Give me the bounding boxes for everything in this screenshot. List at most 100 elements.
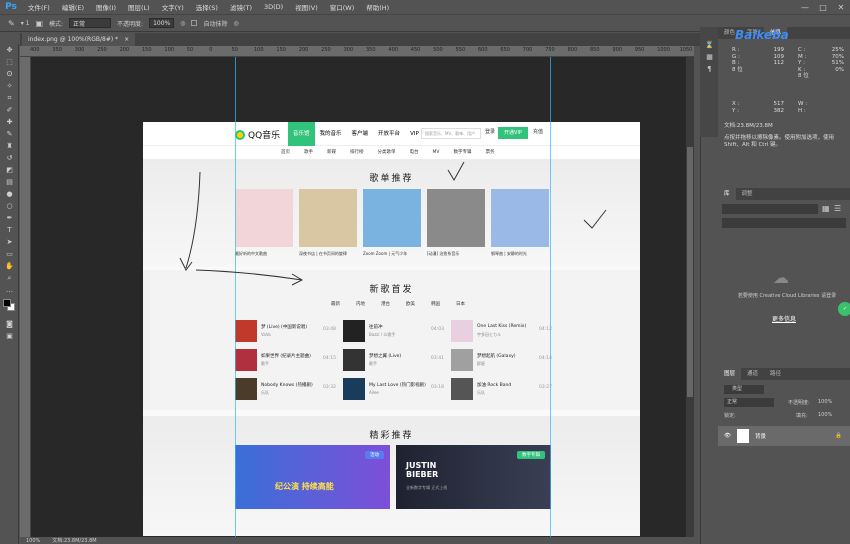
pressure-opacity-icon[interactable]: ◎ bbox=[180, 20, 185, 27]
mode-select[interactable]: 正常 bbox=[69, 18, 112, 28]
close-button[interactable]: ✕ bbox=[832, 0, 850, 14]
screen-mode-icon[interactable]: ▣ bbox=[0, 330, 19, 342]
qq-header: QQ音乐 音乐馆 我的音乐 客户端 开放平台 VIP 搜索音乐、MV、歌单、用户… bbox=[143, 122, 640, 146]
playlist-cover bbox=[491, 189, 549, 247]
song-row: 梦 (Live) (中国新说唱) VaVa 03:48 bbox=[235, 320, 336, 344]
tab-layers[interactable]: 图层 bbox=[718, 368, 742, 380]
hand-tool-icon[interactable]: ✋ bbox=[0, 260, 19, 272]
list-view-icon[interactable]: ☰ bbox=[834, 204, 841, 213]
tab-paths[interactable]: 路径 bbox=[764, 368, 787, 380]
menu-select[interactable]: 选择(S) bbox=[190, 2, 224, 12]
menu-edit[interactable]: 编辑(E) bbox=[56, 2, 90, 12]
layer-row-background[interactable]: 👁 背景 🔒 bbox=[718, 426, 850, 446]
guide-line[interactable] bbox=[235, 57, 236, 537]
tab-adjustments[interactable]: 调整 bbox=[736, 188, 759, 200]
more-tools-icon[interactable]: … bbox=[0, 284, 19, 296]
zoom-tool-icon[interactable]: ⌕ bbox=[0, 272, 19, 284]
brush-panel-icon[interactable]: ▣ bbox=[35, 19, 43, 28]
layer-kind-filter[interactable]: 类型 bbox=[724, 385, 764, 394]
menu-help[interactable]: 帮助(H) bbox=[360, 2, 395, 12]
brush-preset-picker[interactable]: ▾ 1 bbox=[21, 20, 30, 27]
document-tab[interactable]: index.png @ 100%(RGB/8#) * × bbox=[22, 33, 136, 46]
pen-tool-icon[interactable]: ✒ bbox=[0, 212, 19, 224]
healing-brush-tool-icon[interactable]: ✚ bbox=[0, 116, 19, 128]
song-cover bbox=[451, 378, 473, 400]
banner-album-sub: 全新数字专辑 正式上线 bbox=[406, 485, 448, 490]
qq-subnav-item: MV bbox=[432, 150, 440, 155]
more-info-link[interactable]: 更多信息 bbox=[718, 314, 850, 323]
opacity-input[interactable]: 100% bbox=[149, 18, 175, 28]
foreground-background-color-icon[interactable] bbox=[0, 296, 19, 318]
shape-tool-icon[interactable]: ▭ bbox=[0, 248, 19, 260]
paragraph-panel-icon[interactable]: ¶ bbox=[700, 63, 719, 75]
document-image[interactable]: QQ音乐 音乐馆 我的音乐 客户端 开放平台 VIP 搜索音乐、MV、歌单、用户… bbox=[143, 122, 640, 536]
wh-readout: W : H : bbox=[798, 101, 808, 114]
dodge-tool-icon[interactable]: ○ bbox=[0, 200, 19, 212]
lasso-tool-icon[interactable]: ʘ bbox=[0, 68, 19, 80]
grid-view-icon[interactable]: ▦ bbox=[822, 204, 830, 213]
fill-input[interactable]: 100% bbox=[818, 412, 832, 418]
tab-libraries[interactable]: 库 bbox=[718, 188, 736, 200]
brush-tool-icon[interactable]: ✎ bbox=[0, 128, 19, 140]
pressure-size-icon[interactable]: ◎ bbox=[234, 20, 239, 27]
quick-select-tool-icon[interactable]: ✧ bbox=[0, 80, 19, 92]
menu-bar: Ps 文件(F) 编辑(E) 图像(I) 图层(L) 文字(Y) 选择(S) 滤… bbox=[0, 0, 850, 14]
menu-3d[interactable]: 3D(D) bbox=[258, 3, 289, 11]
crop-tool-icon[interactable]: ⌗ bbox=[0, 92, 19, 104]
layers-panel: 图层 通道 路径 类型 正常 不透明度: 100% 锁定: 填充: 100% bbox=[718, 368, 850, 544]
menu-layer[interactable]: 图层(L) bbox=[122, 2, 156, 12]
qq-subnav-item: 票务 bbox=[485, 150, 495, 155]
close-tab-icon[interactable]: × bbox=[124, 36, 129, 43]
qq-nav: 音乐馆 我的音乐 客户端 开放平台 VIP bbox=[288, 122, 424, 146]
marquee-tool-icon[interactable]: ⬚ bbox=[0, 56, 19, 68]
path-select-tool-icon[interactable]: ➤ bbox=[0, 236, 19, 248]
menu-type[interactable]: 文字(Y) bbox=[156, 2, 190, 12]
collapsed-panel-strip: ⌛ ▦ ¶ bbox=[700, 27, 718, 137]
history-panel-icon[interactable]: ⌛ bbox=[700, 39, 719, 51]
history-brush-tool-icon[interactable]: ↺ bbox=[0, 152, 19, 164]
playlist-title: 深夜书店 | 在书页间的旋律 bbox=[299, 251, 347, 256]
ruler-tick-label: 350 bbox=[52, 47, 62, 53]
eye-icon[interactable]: 👁 bbox=[724, 433, 731, 439]
scrollbar-thumb[interactable] bbox=[687, 147, 693, 397]
assistant-bubble-icon[interactable]: ✓ bbox=[838, 302, 850, 316]
song-cover bbox=[451, 320, 473, 342]
blend-mode-select[interactable]: 正常 bbox=[724, 398, 774, 407]
guide-line[interactable] bbox=[550, 57, 551, 537]
menu-image[interactable]: 图像(I) bbox=[90, 2, 122, 12]
swatches-panel-icon[interactable]: ▦ bbox=[700, 51, 719, 63]
type-tool-icon[interactable]: T bbox=[0, 224, 19, 236]
ruler-tick-label: 800 bbox=[567, 47, 578, 53]
menu-window[interactable]: 窗口(W) bbox=[324, 2, 361, 12]
gradient-tool-icon[interactable]: ▤ bbox=[0, 176, 19, 188]
auto-erase-checkbox[interactable] bbox=[191, 20, 198, 26]
menu-view[interactable]: 视图(V) bbox=[289, 2, 324, 12]
song-row: 梦想起航 (Galaxy) 群星 04:14 bbox=[451, 349, 552, 373]
eraser-tool-icon[interactable]: ◩ bbox=[0, 164, 19, 176]
zoom-level[interactable]: 100% bbox=[26, 538, 40, 544]
eyedropper-tool-icon[interactable]: ✐ bbox=[0, 104, 19, 116]
library-select[interactable] bbox=[722, 204, 818, 214]
horizontal-ruler[interactable]: 400 350 300 250 200 150 100 50 0 50 100 150 200 250 30… bbox=[20, 46, 694, 57]
qq-subnav-item: 分类歌单 bbox=[377, 150, 396, 155]
clone-stamp-tool-icon[interactable]: ♜ bbox=[0, 140, 19, 152]
new-songs-tab: 内地 bbox=[356, 302, 365, 307]
eraser-tool-icon[interactable]: ✎ bbox=[8, 19, 15, 28]
menu-filter[interactable]: 滤镜(T) bbox=[224, 2, 258, 12]
ruler-tick-label: 950 bbox=[634, 47, 645, 53]
qq-subnav-item: 新碟 bbox=[327, 150, 336, 155]
quick-mask-icon[interactable]: ◙ bbox=[0, 318, 19, 330]
qq-nav-item: 我的音乐 bbox=[319, 131, 342, 137]
vertical-scrollbar[interactable] bbox=[686, 57, 694, 537]
vertical-ruler[interactable] bbox=[20, 57, 31, 537]
menu-file[interactable]: 文件(F) bbox=[22, 2, 56, 12]
minimize-button[interactable]: — bbox=[796, 0, 814, 14]
library-search-input[interactable] bbox=[722, 218, 846, 228]
layer-name[interactable]: 背景 bbox=[755, 432, 766, 440]
layers-opacity-input[interactable]: 100% bbox=[818, 399, 832, 405]
tab-channels[interactable]: 通道 bbox=[741, 368, 764, 380]
maximize-button[interactable]: □ bbox=[814, 0, 832, 14]
blur-tool-icon[interactable]: ● bbox=[0, 188, 19, 200]
libraries-message: 若要使用 Creative Cloud Libraries 请登录 bbox=[737, 293, 837, 299]
move-tool-icon[interactable]: ✥ bbox=[0, 44, 19, 56]
